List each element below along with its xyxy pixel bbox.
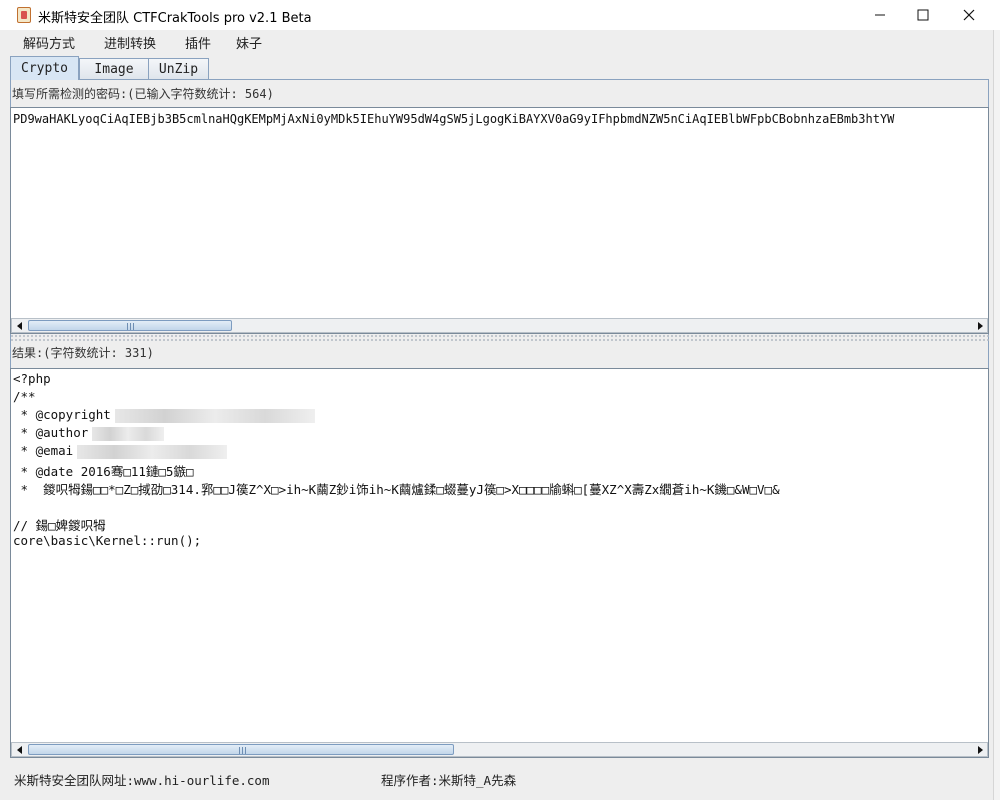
split-pane-divider[interactable] xyxy=(10,334,989,342)
redacted-block xyxy=(114,408,315,423)
minimize-button[interactable] xyxy=(857,0,903,30)
result-line: core\basic\Kernel::run(); xyxy=(13,533,202,548)
redacted-block xyxy=(77,444,228,459)
minimize-icon xyxy=(875,14,885,16)
maximize-button[interactable] xyxy=(900,0,946,30)
program-author-text: 程序作者:米斯特_A先森 xyxy=(381,773,517,788)
menu-decode-method[interactable]: 解码方式 xyxy=(23,33,75,52)
result-line: * @author xyxy=(13,425,165,443)
result-line-text: * @copyright xyxy=(13,407,111,422)
result-line-text: * @author xyxy=(13,425,89,440)
scroll-right-arrow-icon[interactable] xyxy=(972,319,987,332)
tab-image[interactable]: Image xyxy=(79,58,149,79)
result-line: * @date 2016骞□11鏈□5鏃□ xyxy=(13,464,194,479)
java-app-icon xyxy=(17,7,31,23)
menu-base-conversion[interactable]: 进制转换 xyxy=(104,33,156,52)
window-right-edge xyxy=(993,30,1000,800)
result-line: * @copyright xyxy=(13,407,315,425)
tab-unzip[interactable]: UnZip xyxy=(148,58,209,79)
scroll-left-arrow-icon[interactable] xyxy=(12,319,27,332)
scroll-right-arrow-icon[interactable] xyxy=(972,743,987,756)
result-output-area[interactable]: <?php /** * @copyright * @author * @emai… xyxy=(10,368,989,758)
maximize-icon xyxy=(917,9,929,21)
input-horizontal-scrollbar[interactable] xyxy=(11,318,988,333)
result-line: /** xyxy=(13,389,36,404)
result-line-text: * @emai xyxy=(13,443,74,458)
result-line: * 鍐呮牳鍚□□*□Z□掝劭□314.郛□□J篌Z^X□>ih~K繭Z鈔i饰ih… xyxy=(13,482,780,497)
title-bar: 米斯特安全团队 CTFCrakTools pro v2.1 Beta xyxy=(0,0,1000,31)
menu-girls[interactable]: 妹子 xyxy=(236,33,262,52)
menu-plugins[interactable]: 插件 xyxy=(185,33,211,52)
cipher-input-area[interactable]: PD9waHAKLyoqCiAqIEBjb3B5cmlnaHQgKEMpMjAx… xyxy=(10,107,989,334)
redacted-block xyxy=(92,426,165,441)
team-website-text: 米斯特安全团队网址:www.hi-ourlife.com xyxy=(14,773,270,788)
output-scroll-thumb[interactable] xyxy=(28,744,454,755)
menu-bar: 解码方式 进制转换 插件 妹子 xyxy=(0,30,993,54)
output-horizontal-scrollbar[interactable] xyxy=(11,742,988,757)
scroll-left-arrow-icon[interactable] xyxy=(12,743,27,756)
tab-crypto[interactable]: Crypto xyxy=(10,56,79,80)
result-line: * @emai xyxy=(13,443,228,461)
result-label: 结果:(字符数统计: 331) xyxy=(12,346,154,360)
input-label: 填写所需检测的密码:(已输入字符数统计: 564) xyxy=(12,87,274,101)
close-button[interactable] xyxy=(946,0,992,30)
result-line: // 鍚□婢鍐呮牳 xyxy=(13,518,106,533)
status-bar: 米斯特安全团队网址:www.hi-ourlife.com 程序作者:米斯特_A先… xyxy=(0,760,1000,800)
result-line: <?php xyxy=(13,371,51,386)
input-scroll-thumb[interactable] xyxy=(28,320,232,331)
cipher-input-text: PD9waHAKLyoqCiAqIEBjb3B5cmlnaHQgKEMpMjAx… xyxy=(13,112,895,126)
close-icon xyxy=(963,9,975,21)
window-title: 米斯特安全团队 CTFCrakTools pro v2.1 Beta xyxy=(38,11,312,26)
